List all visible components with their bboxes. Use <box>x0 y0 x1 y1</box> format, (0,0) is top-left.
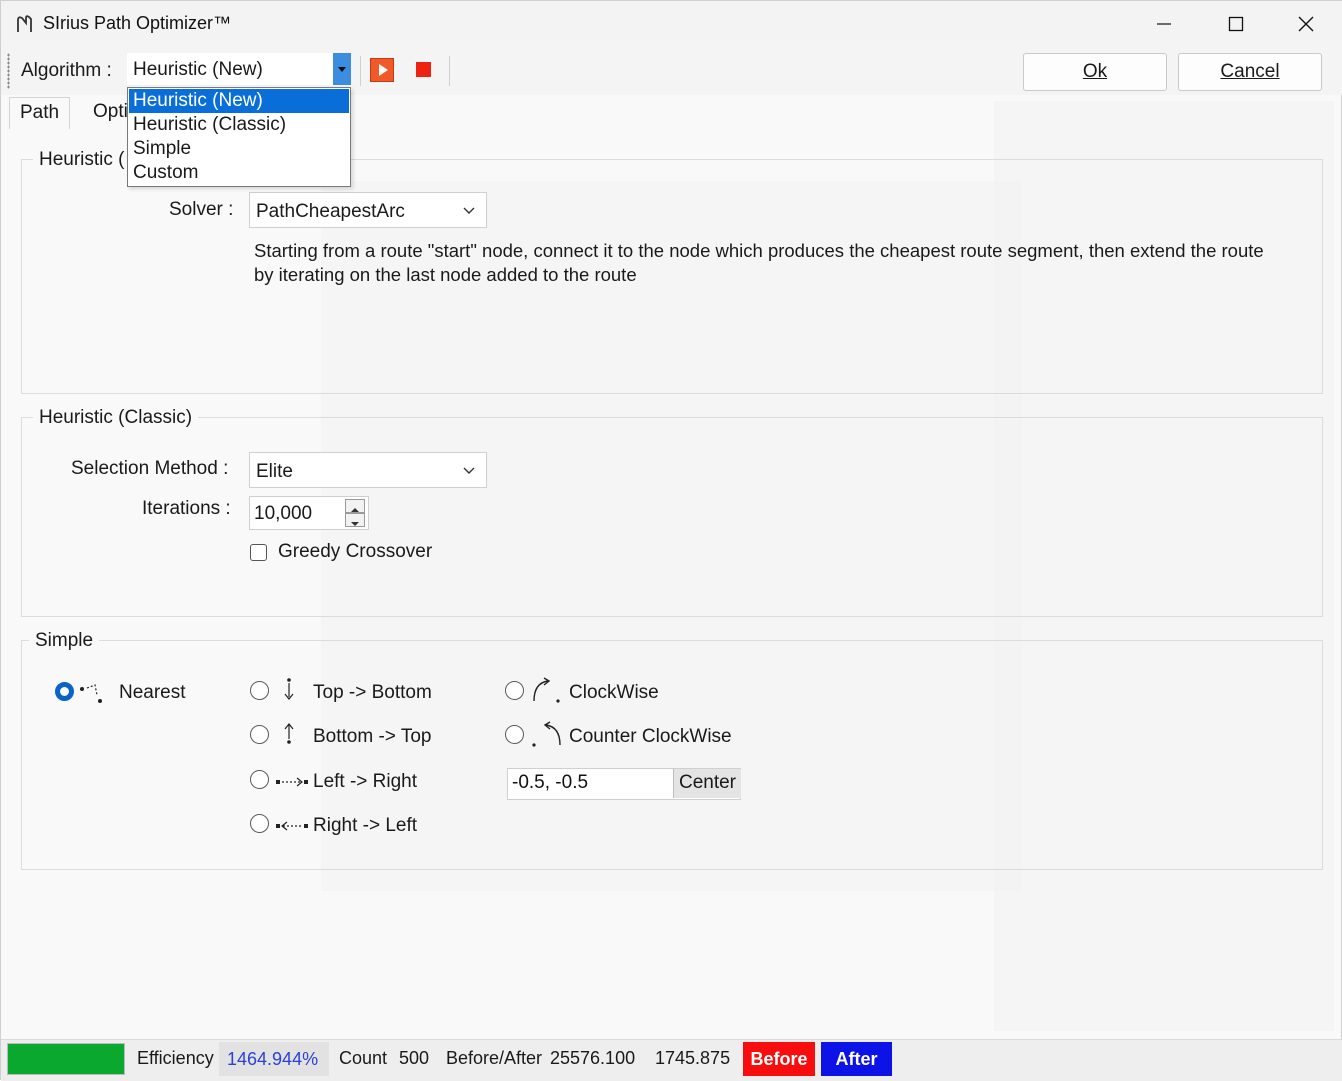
iterations-value: 10,000 <box>254 503 313 524</box>
clockwise-label: ClockWise <box>569 682 659 703</box>
combo-dropdown-arrow-icon[interactable] <box>333 53 351 85</box>
left-right-radio[interactable] <box>250 770 269 789</box>
left-right-label: Left -> Right <box>313 771 418 792</box>
dropdown-option-simple[interactable]: Simple <box>129 137 349 161</box>
arrow-left-icon <box>276 821 308 831</box>
solver-select-value: PathCheapestArc <box>256 201 405 222</box>
bottom-top-label: Bottom -> Top <box>313 726 432 747</box>
simple-group <box>21 640 1323 870</box>
heuristic-classic-title: Heuristic (Classic) <box>33 407 199 429</box>
top-bottom-radio[interactable] <box>250 681 269 700</box>
iterations-label: Iterations : <box>142 498 231 519</box>
maximize-button[interactable] <box>1201 1 1271 47</box>
selection-method-label: Selection Method : <box>71 458 229 479</box>
heuristic-new-title: Heuristic ( <box>33 149 131 171</box>
before-badge[interactable]: Before <box>743 1042 815 1076</box>
right-left-label: Right -> Left <box>313 815 418 836</box>
nearest-icon <box>80 684 102 703</box>
center-button[interactable]: Center <box>673 769 741 798</box>
count-label: Count <box>339 1048 388 1068</box>
tab-options-label: Opti <box>93 101 128 122</box>
spin-down-button[interactable] <box>345 513 365 527</box>
algorithm-label: Algorithm : <box>21 60 112 81</box>
solver-description: Starting from a route "start" node, conn… <box>254 240 1264 285</box>
before-value: 25576.100 <box>550 1048 636 1068</box>
center-button-label: Center <box>678 772 737 793</box>
algorithm-combo-value: Heuristic (New) <box>133 59 263 80</box>
minimize-icon <box>1157 23 1171 25</box>
close-button[interactable] <box>1271 1 1341 47</box>
dropdown-option-custom[interactable]: Custom <box>129 161 349 185</box>
algorithm-dropdown-list: Heuristic (New) Heuristic (Classic) Simp… <box>127 87 351 187</box>
selection-method-select[interactable]: Elite <box>249 452 487 488</box>
tab-path-label: Path <box>20 102 60 123</box>
dropdown-option-heuristic-classic[interactable]: Heuristic (Classic) <box>129 113 349 137</box>
iterations-stepper[interactable]: 10,000 <box>249 496 369 530</box>
nearest-radio[interactable] <box>55 682 74 701</box>
cancel-button-label: Cancel <box>1220 61 1280 82</box>
arrow-down-icon <box>284 678 294 700</box>
progress-bar <box>7 1043 125 1075</box>
toolbar-grip[interactable] <box>7 53 10 89</box>
title-bar: SIrius Path Optimizer™ <box>1 1 1342 47</box>
bottom-top-radio[interactable] <box>250 725 269 744</box>
clockwise-icon <box>533 677 560 703</box>
run-button[interactable] <box>370 58 394 82</box>
right-left-radio[interactable] <box>250 814 269 833</box>
simple-title: Simple <box>29 630 100 652</box>
chevron-down-icon <box>463 467 475 474</box>
toolbar-separator <box>449 56 450 86</box>
efficiency-label: Efficiency <box>137 1048 214 1068</box>
spin-up-button[interactable] <box>345 499 365 513</box>
center-input[interactable] <box>508 769 668 797</box>
solver-select[interactable]: PathCheapestArc <box>249 192 487 228</box>
counter-clockwise-icon <box>532 721 561 747</box>
stop-button[interactable] <box>416 62 431 77</box>
before-after-label: Before/After <box>446 1048 543 1068</box>
efficiency-value: 1464.944% <box>219 1042 329 1076</box>
counter-clockwise-radio[interactable] <box>505 725 524 744</box>
algorithm-combo[interactable]: Heuristic (New) <box>127 53 351 85</box>
after-badge[interactable]: After <box>821 1042 892 1076</box>
cancel-button[interactable]: Cancel <box>1178 53 1322 91</box>
tab-path[interactable]: Path <box>9 97 71 129</box>
nearest-label: Nearest <box>119 682 186 703</box>
window-title: SIrius Path Optimizer™ <box>43 13 232 33</box>
clockwise-radio[interactable] <box>505 681 524 700</box>
minimize-button[interactable] <box>1129 1 1199 47</box>
path-optimizer-window: SIrius Path Optimizer™ Algorithm : Heuri… <box>0 0 1342 1081</box>
dropdown-option-heuristic-new[interactable]: Heuristic (New) <box>129 89 349 113</box>
ok-button[interactable]: Ok <box>1023 53 1167 91</box>
count-value: 500 <box>399 1048 430 1068</box>
ok-button-label: Ok <box>1082 61 1108 82</box>
after-value: 1745.875 <box>655 1048 731 1068</box>
solver-label: Solver : <box>169 199 234 220</box>
greedy-crossover-label: Greedy Crossover <box>278 541 433 562</box>
iterations-spin-buttons <box>345 499 365 527</box>
caret-down-icon <box>351 522 359 526</box>
top-bottom-label: Top -> Bottom <box>313 682 432 703</box>
toolbar-separator <box>360 56 361 86</box>
greedy-crossover-checkbox[interactable] <box>250 544 267 561</box>
app-logo-icon <box>17 15 32 32</box>
maximize-icon <box>1228 16 1244 32</box>
arrow-up-icon <box>284 723 294 744</box>
close-icon <box>1298 16 1314 32</box>
progress-bar-fill <box>8 1044 124 1074</box>
arrow-right-icon <box>276 777 308 787</box>
selection-method-value: Elite <box>256 461 293 482</box>
chevron-down-icon <box>463 207 475 214</box>
counter-clockwise-label: Counter ClockWise <box>569 726 732 747</box>
